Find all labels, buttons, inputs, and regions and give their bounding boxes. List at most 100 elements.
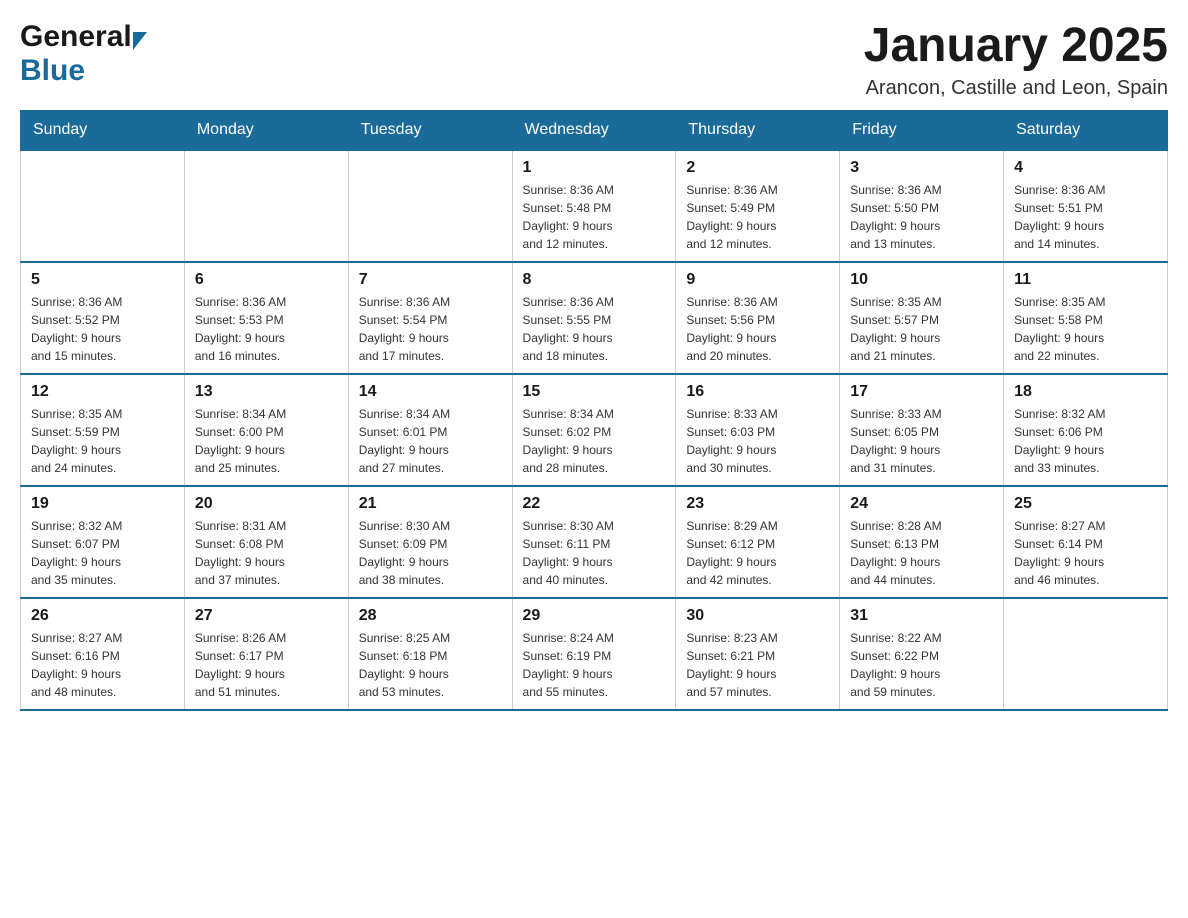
calendar-cell: 22 Sunrise: 8:30 AM Sunset: 6:11 PM Dayli… [512, 486, 676, 598]
day-info: Sunrise: 8:22 AM Sunset: 6:22 PM Dayligh… [850, 629, 993, 701]
day-number: 8 [523, 271, 666, 289]
calendar-day-header: Sunday [21, 110, 185, 150]
day-number: 18 [1014, 383, 1157, 401]
calendar-cell: 19Sunrise: 8:32 AM Sunset: 6:07 PM Dayli… [21, 486, 185, 598]
day-number: 2 [686, 159, 829, 177]
day-info: Sunrise: 8:32 AM Sunset: 6:06 PM Dayligh… [1014, 405, 1157, 477]
calendar-day-header: Monday [184, 110, 348, 150]
calendar-cell: 20 Sunrise: 8:31 AM Sunset: 6:08 PM Dayli… [184, 486, 348, 598]
calendar-cell: 30Sunrise: 8:23 AM Sunset: 6:21 PM Dayli… [676, 598, 840, 710]
calendar-cell: 25Sunrise: 8:27 AM Sunset: 6:14 PM Dayli… [1004, 486, 1168, 598]
calendar-cell: 10 Sunrise: 8:35 AM Sunset: 5:57 PM Dayli… [840, 262, 1004, 374]
day-info: Sunrise: 8:35 AM Sunset: 5:57 PM Dayligh… [850, 293, 993, 365]
day-info: Sunrise: 8:32 AM Sunset: 6:07 PM Dayligh… [31, 517, 174, 589]
day-info: Sunrise: 8:36 AM Sunset: 5:48 PM Dayligh… [523, 181, 666, 253]
calendar-cell: 8 Sunrise: 8:36 AM Sunset: 5:55 PM Daylig… [512, 262, 676, 374]
day-info: Sunrise: 8:36 AM Sunset: 5:52 PM Dayligh… [31, 293, 174, 365]
day-info: Sunrise: 8:25 AM Sunset: 6:18 PM Dayligh… [359, 629, 502, 701]
day-info: Sunrise: 8:34 AM Sunset: 6:01 PM Dayligh… [359, 405, 502, 477]
day-number: 5 [31, 271, 174, 289]
calendar-cell: 26Sunrise: 8:27 AM Sunset: 6:16 PM Dayli… [21, 598, 185, 710]
day-number: 22 [523, 495, 666, 513]
day-info: Sunrise: 8:33 AM Sunset: 6:03 PM Dayligh… [686, 405, 829, 477]
calendar-cell [348, 150, 512, 262]
day-info: Sunrise: 8:29 AM Sunset: 6:12 PM Dayligh… [686, 517, 829, 589]
day-info: Sunrise: 8:34 AM Sunset: 6:00 PM Dayligh… [195, 405, 338, 477]
calendar-day-header: Saturday [1004, 110, 1168, 150]
calendar-header-row: SundayMondayTuesdayWednesdayThursdayFrid… [21, 110, 1168, 150]
calendar-day-header: Thursday [676, 110, 840, 150]
logo: General Blue [20, 20, 147, 88]
calendar-cell: 13 Sunrise: 8:34 AM Sunset: 6:00 PM Dayli… [184, 374, 348, 486]
day-info: Sunrise: 8:30 AM Sunset: 6:11 PM Dayligh… [523, 517, 666, 589]
day-info: Sunrise: 8:36 AM Sunset: 5:49 PM Dayligh… [686, 181, 829, 253]
day-number: 6 [195, 271, 338, 289]
calendar-cell: 17 Sunrise: 8:33 AM Sunset: 6:05 PM Dayli… [840, 374, 1004, 486]
calendar-cell: 28 Sunrise: 8:25 AM Sunset: 6:18 PM Dayli… [348, 598, 512, 710]
day-info: Sunrise: 8:36 AM Sunset: 5:54 PM Dayligh… [359, 293, 502, 365]
day-number: 31 [850, 607, 993, 625]
day-info: Sunrise: 8:36 AM Sunset: 5:53 PM Dayligh… [195, 293, 338, 365]
calendar-week-row: 1 Sunrise: 8:36 AM Sunset: 5:48 PM Daylig… [21, 150, 1168, 262]
logo-general-text: General [20, 20, 132, 54]
day-number: 11 [1014, 271, 1157, 289]
calendar-week-row: 26Sunrise: 8:27 AM Sunset: 6:16 PM Dayli… [21, 598, 1168, 710]
day-number: 21 [359, 495, 502, 513]
day-number: 12 [31, 383, 174, 401]
calendar-cell: 23 Sunrise: 8:29 AM Sunset: 6:12 PM Dayli… [676, 486, 840, 598]
calendar-cell: 1 Sunrise: 8:36 AM Sunset: 5:48 PM Daylig… [512, 150, 676, 262]
calendar-cell: 29Sunrise: 8:24 AM Sunset: 6:19 PM Dayli… [512, 598, 676, 710]
day-number: 7 [359, 271, 502, 289]
day-number: 16 [686, 383, 829, 401]
day-info: Sunrise: 8:36 AM Sunset: 5:50 PM Dayligh… [850, 181, 993, 253]
calendar-cell: 2 Sunrise: 8:36 AM Sunset: 5:49 PM Daylig… [676, 150, 840, 262]
calendar-cell: 21 Sunrise: 8:30 AM Sunset: 6:09 PM Dayli… [348, 486, 512, 598]
day-info: Sunrise: 8:31 AM Sunset: 6:08 PM Dayligh… [195, 517, 338, 589]
page-header: General Blue January 2025 Arancon, Casti… [20, 20, 1168, 100]
day-info: Sunrise: 8:26 AM Sunset: 6:17 PM Dayligh… [195, 629, 338, 701]
day-number: 10 [850, 271, 993, 289]
calendar-day-header: Wednesday [512, 110, 676, 150]
calendar-cell: 31 Sunrise: 8:22 AM Sunset: 6:22 PM Dayli… [840, 598, 1004, 710]
calendar-week-row: 12 Sunrise: 8:35 AM Sunset: 5:59 PM Dayli… [21, 374, 1168, 486]
day-info: Sunrise: 8:27 AM Sunset: 6:16 PM Dayligh… [31, 629, 174, 701]
day-number: 3 [850, 159, 993, 177]
day-number: 15 [523, 383, 666, 401]
day-number: 28 [359, 607, 502, 625]
day-number: 14 [359, 383, 502, 401]
day-info: Sunrise: 8:34 AM Sunset: 6:02 PM Dayligh… [523, 405, 666, 477]
day-info: Sunrise: 8:33 AM Sunset: 6:05 PM Dayligh… [850, 405, 993, 477]
day-info: Sunrise: 8:30 AM Sunset: 6:09 PM Dayligh… [359, 517, 502, 589]
day-number: 23 [686, 495, 829, 513]
calendar-cell: 18 Sunrise: 8:32 AM Sunset: 6:06 PM Dayli… [1004, 374, 1168, 486]
day-number: 1 [523, 159, 666, 177]
calendar-cell: 4Sunrise: 8:36 AM Sunset: 5:51 PM Daylig… [1004, 150, 1168, 262]
calendar-cell: 11 Sunrise: 8:35 AM Sunset: 5:58 PM Dayli… [1004, 262, 1168, 374]
location-subtitle: Arancon, Castille and Leon, Spain [864, 77, 1168, 100]
day-number: 20 [195, 495, 338, 513]
calendar-day-header: Friday [840, 110, 1004, 150]
calendar-week-row: 5 Sunrise: 8:36 AM Sunset: 5:52 PM Daylig… [21, 262, 1168, 374]
logo-blue-text: Blue [20, 54, 85, 87]
calendar-week-row: 19Sunrise: 8:32 AM Sunset: 6:07 PM Dayli… [21, 486, 1168, 598]
month-year-title: January 2025 [864, 20, 1168, 73]
calendar-cell [184, 150, 348, 262]
calendar-cell [1004, 598, 1168, 710]
day-info: Sunrise: 8:36 AM Sunset: 5:51 PM Dayligh… [1014, 181, 1157, 253]
day-info: Sunrise: 8:35 AM Sunset: 5:58 PM Dayligh… [1014, 293, 1157, 365]
calendar-cell: 3 Sunrise: 8:36 AM Sunset: 5:50 PM Daylig… [840, 150, 1004, 262]
day-number: 27 [195, 607, 338, 625]
day-number: 17 [850, 383, 993, 401]
calendar-cell: 5 Sunrise: 8:36 AM Sunset: 5:52 PM Daylig… [21, 262, 185, 374]
day-info: Sunrise: 8:36 AM Sunset: 5:55 PM Dayligh… [523, 293, 666, 365]
logo-triangle-icon [133, 32, 147, 50]
calendar-cell: 6 Sunrise: 8:36 AM Sunset: 5:53 PM Daylig… [184, 262, 348, 374]
calendar-cell: 9Sunrise: 8:36 AM Sunset: 5:56 PM Daylig… [676, 262, 840, 374]
calendar-cell: 24Sunrise: 8:28 AM Sunset: 6:13 PM Dayli… [840, 486, 1004, 598]
day-number: 9 [686, 271, 829, 289]
day-info: Sunrise: 8:24 AM Sunset: 6:19 PM Dayligh… [523, 629, 666, 701]
calendar-cell: 15 Sunrise: 8:34 AM Sunset: 6:02 PM Dayli… [512, 374, 676, 486]
day-number: 13 [195, 383, 338, 401]
calendar-table: SundayMondayTuesdayWednesdayThursdayFrid… [20, 110, 1168, 711]
day-info: Sunrise: 8:35 AM Sunset: 5:59 PM Dayligh… [31, 405, 174, 477]
